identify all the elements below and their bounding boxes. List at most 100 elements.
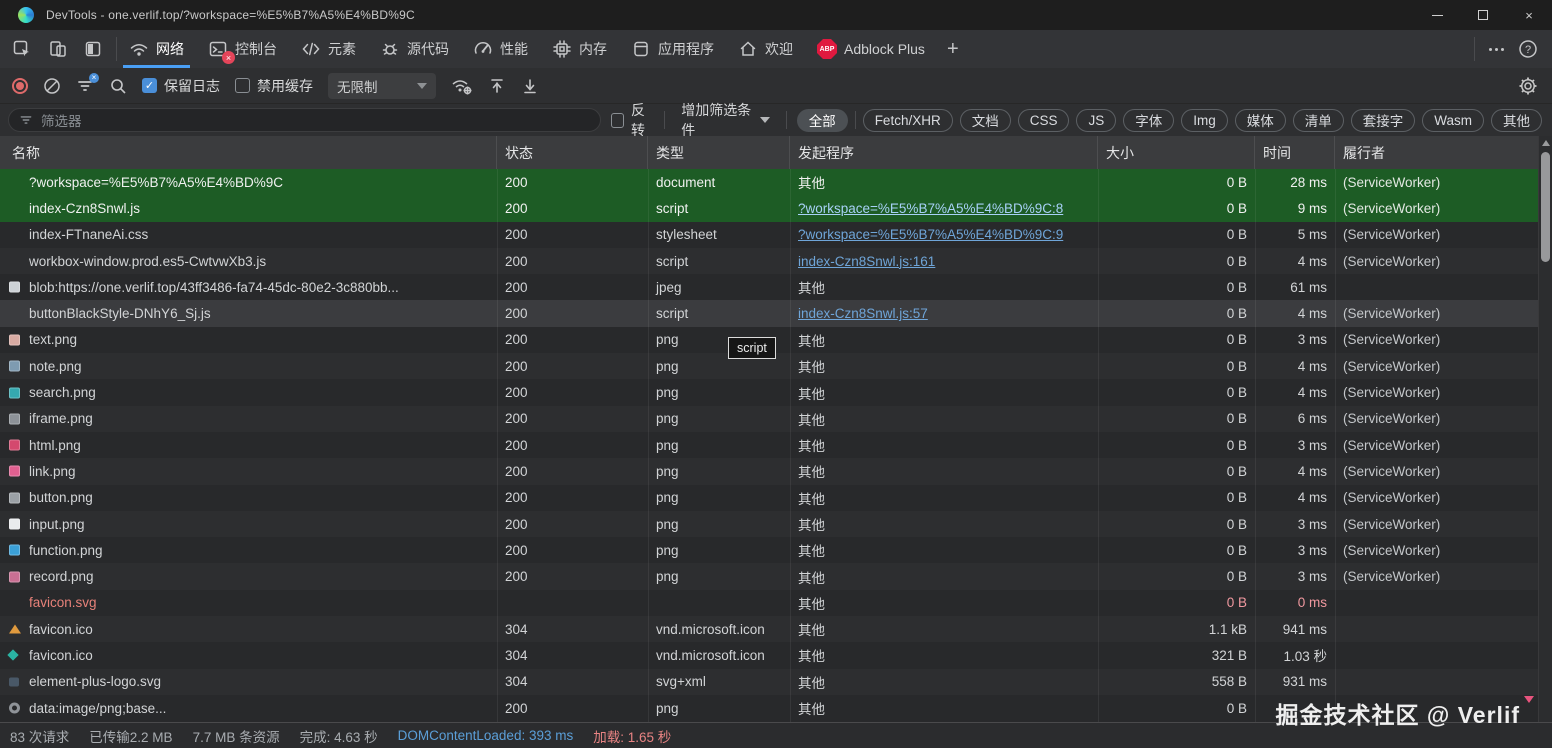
filter-chip-5[interactable]: 字体: [1123, 108, 1175, 132]
initiator-link[interactable]: index-Czn8Snwl.js:57: [798, 306, 928, 321]
request-time: 3 ms: [1297, 332, 1327, 348]
table-row[interactable]: index-Czn8Snwl.js 200 script ?workspace=%E5…: [0, 195, 1538, 222]
column-header[interactable]: 状态: [497, 136, 648, 169]
initiator-link[interactable]: ?workspace=%E5%B7%A5%E4%BD%9C:8: [798, 201, 1063, 216]
column-header[interactable]: 大小: [1098, 136, 1255, 169]
request-status: 200: [505, 174, 528, 190]
disable-cache-checkbox[interactable]: 禁用缓存: [235, 76, 313, 96]
filter-input[interactable]: 筛选器: [8, 108, 602, 132]
inspect-icon[interactable]: [12, 39, 32, 59]
request-status: 200: [505, 411, 528, 427]
help-icon[interactable]: ?: [1518, 39, 1538, 59]
filter-chip-10[interactable]: Wasm: [1422, 108, 1485, 132]
clear-icon[interactable]: [43, 77, 61, 95]
filter-chip-3[interactable]: CSS: [1017, 108, 1070, 132]
settings-gear-icon[interactable]: [1518, 76, 1538, 96]
dom-content-loaded-time: DOMContentLoaded: 393 ms: [397, 728, 574, 743]
edge-logo-icon: [18, 7, 34, 23]
request-time: 4 ms: [1297, 306, 1327, 322]
column-header[interactable]: 类型: [648, 136, 790, 169]
request-time: 28 ms: [1290, 174, 1327, 190]
column-header[interactable]: 发起程序: [790, 136, 1098, 169]
scroll-up-arrow-icon[interactable]: [1542, 140, 1550, 146]
tab-memory[interactable]: 内存: [540, 30, 619, 68]
filter-chip-6[interactable]: Img: [1181, 108, 1228, 132]
table-row[interactable]: input.png 200 png 其他 0 B 3 ms (ServiceWorker): [0, 510, 1538, 538]
request-name: data:image/png;base...: [0, 701, 497, 716]
request-initiator: 其他: [798, 675, 825, 691]
table-row[interactable]: favicon.ico 304 vnd.microsoft.icon 其他 321 B 1…: [0, 642, 1538, 669]
filter-toggle-icon[interactable]: ×: [76, 72, 99, 95]
filter-chip-9[interactable]: 套接字: [1350, 108, 1416, 132]
table-row[interactable]: element-plus-logo.svg 304 svg+xml 其他 558 B 93…: [0, 668, 1538, 695]
tab-sources[interactable]: 源代码: [368, 30, 461, 68]
export-har-icon[interactable]: [521, 77, 539, 95]
table-row[interactable]: link.png 200 png 其他 0 B 4 ms (ServiceWorker): [0, 458, 1538, 485]
kebab-menu-icon[interactable]: [1489, 47, 1504, 51]
close-button[interactable]: ×: [1506, 0, 1552, 30]
filter-chip-1[interactable]: Fetch/XHR: [862, 108, 953, 132]
preserve-log-checkbox[interactable]: ✓ 保留日志: [142, 76, 220, 96]
dock-side-icon[interactable]: [84, 40, 102, 58]
invert-checkbox[interactable]: 反转: [611, 100, 654, 140]
column-header[interactable]: 履行者: [1335, 136, 1538, 169]
tab-label: 控制台: [235, 41, 277, 57]
filter-chip-8[interactable]: 清单: [1292, 108, 1344, 132]
request-time: 3 ms: [1297, 542, 1327, 558]
request-time: 4 ms: [1297, 358, 1327, 374]
table-row[interactable]: search.png 200 png 其他 0 B 4 ms (ServiceWorker): [0, 379, 1538, 406]
throttling-select[interactable]: 无限制: [328, 72, 436, 99]
import-har-icon[interactable]: [488, 77, 506, 95]
request-time: 3 ms: [1297, 569, 1327, 585]
table-row[interactable]: ?workspace=%E5%B7%A5%E4%BD%9C 200 document…: [0, 169, 1538, 196]
request-status: 200: [505, 200, 528, 216]
maximize-button[interactable]: [1460, 0, 1506, 30]
table-row[interactable]: record.png 200 png 其他 0 B 3 ms (ServiceWorker): [0, 563, 1538, 590]
search-icon[interactable]: [109, 77, 127, 95]
filter-chip-11[interactable]: 其他: [1491, 108, 1543, 132]
filter-chip-2[interactable]: 文档: [959, 108, 1011, 132]
filter-chip-4[interactable]: JS: [1076, 108, 1117, 132]
tab-console[interactable]: × 控制台: [196, 30, 289, 68]
tab-adblock[interactable]: ABP Adblock Plus: [805, 30, 937, 68]
table-row[interactable]: function.png 200 png 其他 0 B 3 ms (ServiceWorke…: [0, 537, 1538, 564]
filter-chip-7[interactable]: 媒体: [1234, 108, 1286, 132]
more-tabs-button[interactable]: +: [937, 30, 969, 68]
table-row[interactable]: blob:https://one.verlif.top/43ff3486-fa7…: [0, 274, 1538, 301]
filter-chip-0[interactable]: 全部: [796, 108, 848, 132]
column-header[interactable]: 名称: [0, 136, 497, 169]
column-header[interactable]: 时间: [1255, 136, 1335, 169]
table-row[interactable]: iframe.png 200 png 其他 0 B 6 ms (ServiceWorker): [0, 405, 1538, 432]
request-type: script: [656, 200, 689, 216]
initiator-link[interactable]: index-Czn8Snwl.js:161: [798, 254, 935, 269]
request-name: index-Czn8Snwl.js: [29, 200, 141, 216]
table-row[interactable]: index-FTnaneAi.css 200 stylesheet ?workspac…: [0, 221, 1538, 248]
table-row[interactable]: html.png 200 png 其他 0 B 3 ms (ServiceWorker): [0, 431, 1538, 459]
table-row[interactable]: favicon.svg 其他 0 B 0 ms: [0, 589, 1538, 617]
table-row[interactable]: buttonBlackStyle-DNhY6_Sj.js 200 script ind…: [0, 300, 1538, 327]
more-filters-dropdown[interactable]: 增加筛选条件: [675, 100, 776, 140]
tab-elements[interactable]: 元素: [289, 30, 368, 68]
device-toolbar-icon[interactable]: [48, 39, 68, 59]
scrollbar-thumb[interactable]: [1541, 152, 1550, 262]
table-row[interactable]: button.png 200 png 其他 0 B 4 ms (ServiceWorker): [0, 484, 1538, 511]
checkbox-unchecked-icon: [235, 78, 250, 93]
request-fulfilled-by: (ServiceWorker): [1343, 227, 1441, 243]
tab-network[interactable]: 网络: [117, 30, 196, 68]
table-row[interactable]: favicon.ico 304 vnd.microsoft.icon 其他 1.1 kB…: [0, 616, 1538, 643]
abp-icon: ABP: [817, 39, 837, 59]
minimize-button[interactable]: [1414, 0, 1460, 30]
vertical-scrollbar[interactable]: [1538, 136, 1552, 722]
request-fulfilled-by: (ServiceWorker): [1343, 542, 1441, 558]
request-initiator: 其他: [798, 649, 825, 665]
application-icon: [631, 39, 651, 59]
table-row[interactable]: workbox-window.prod.es5-CwtvwXb3.js 200 sc…: [0, 247, 1538, 275]
tab-performance[interactable]: 性能: [461, 30, 540, 68]
network-conditions-icon[interactable]: [451, 76, 473, 96]
initiator-link[interactable]: ?workspace=%E5%B7%A5%E4%BD%9C:9: [798, 227, 1063, 242]
tab-welcome[interactable]: 欢迎: [726, 30, 805, 68]
requests-table: 名称 状态 类型 发起程序 大小 时间 履行者 ?workspace=%E5%B7%A5%E…: [0, 136, 1552, 722]
record-icon[interactable]: [12, 77, 28, 94]
request-status: 200: [505, 227, 528, 243]
tab-application[interactable]: 应用程序: [619, 30, 726, 68]
